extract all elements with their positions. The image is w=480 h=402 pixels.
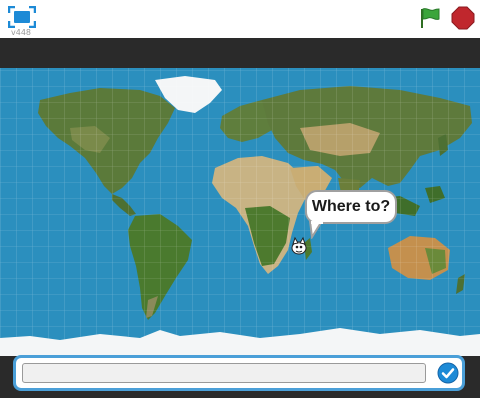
green-flag-button[interactable] (418, 6, 442, 30)
stop-icon (451, 6, 475, 30)
fullscreen-icon (7, 5, 37, 29)
stop-button[interactable] (451, 6, 475, 30)
scratch-player: v448 Where to? (0, 0, 480, 402)
answer-input[interactable] (22, 363, 426, 383)
world-map (0, 38, 480, 356)
player-header: v448 (0, 0, 480, 38)
version-label: v448 (11, 28, 32, 37)
check-icon (437, 362, 459, 384)
submit-answer-button[interactable] (437, 362, 459, 384)
speech-bubble: Where to? (305, 190, 397, 224)
stage[interactable]: Where to? (0, 38, 480, 398)
green-flag-icon (421, 8, 440, 28)
speech-bubble-tail (308, 221, 324, 239)
fullscreen-button[interactable] (7, 5, 37, 29)
ask-prompt (13, 355, 465, 391)
cat-sprite-icon[interactable] (289, 236, 309, 256)
